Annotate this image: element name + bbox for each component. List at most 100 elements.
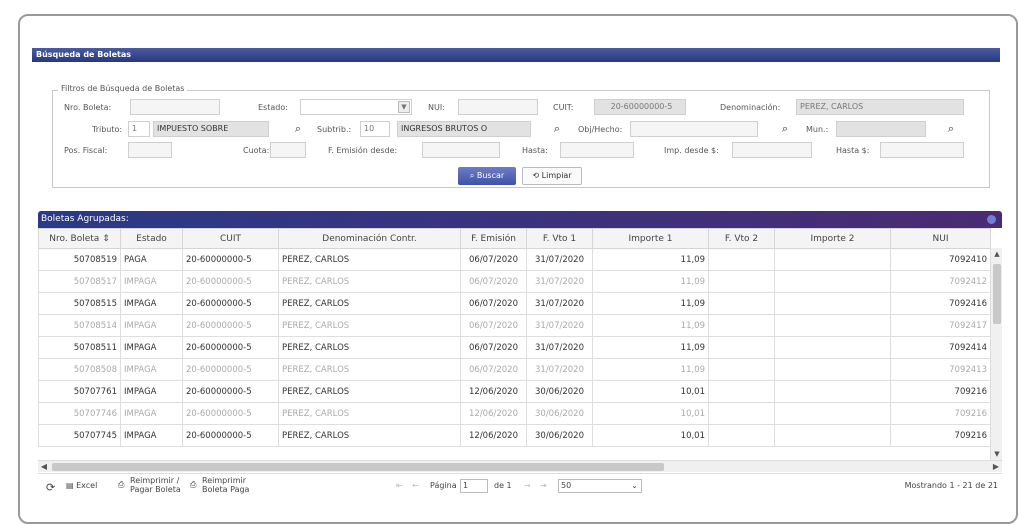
- pagina-label: Página: [430, 481, 457, 490]
- hasta-input[interactable]: [560, 142, 634, 158]
- denominacion-label: Denominación:: [720, 103, 781, 112]
- table-row[interactable]: 50708515 IMPAGA 20-60000000-5 PEREZ, CARLOS…: [38, 292, 991, 315]
- scroll-thumb[interactable]: [993, 264, 1001, 324]
- scroll-thumb[interactable]: [52, 463, 664, 471]
- table-row[interactable]: 50708511 IMPAGA 20-60000000-5 PEREZ, CARLOS…: [38, 336, 991, 359]
- scroll-down-icon[interactable]: ▼: [991, 448, 1003, 460]
- column-header[interactable]: Nro. Boleta ⇕: [38, 228, 121, 249]
- limpiar-button[interactable]: ⟲ Limpiar: [522, 167, 582, 185]
- refresh-icon[interactable]: ⟳: [46, 481, 55, 494]
- grid-toggle-icon[interactable]: [987, 215, 996, 224]
- column-header[interactable]: Estado: [120, 228, 183, 249]
- search-icon[interactable]: ⌕: [291, 122, 305, 136]
- mun-label: Mun.:: [806, 125, 829, 134]
- hasta-s-input[interactable]: [880, 142, 964, 158]
- table-cell-emision: 06/07/2020: [460, 270, 527, 293]
- horizontal-scrollbar[interactable]: ◀ ▶: [38, 460, 1002, 472]
- de-pages-label: de 1: [494, 481, 512, 490]
- obj-hecho-input[interactable]: [630, 121, 758, 137]
- table-cell-nro: 50707745: [38, 424, 121, 447]
- table-cell-nui: 7092417: [890, 314, 991, 337]
- table-cell-imp2: [774, 270, 891, 293]
- table-cell-denom: PEREZ, CARLOS: [278, 248, 461, 271]
- scroll-right-icon[interactable]: ▶: [990, 461, 1002, 473]
- pos-fiscal-label: Pos. Fiscal:: [64, 146, 108, 155]
- reimprimir-pagar-label-2: Pagar Boleta: [130, 485, 181, 494]
- mun-input[interactable]: [836, 121, 926, 137]
- table-cell-vto2: [708, 424, 775, 447]
- column-header[interactable]: Denominación Contr.: [278, 228, 461, 249]
- table-row[interactable]: 50708519 PAGA 20-60000000-5 PEREZ, CARLOS 06…: [38, 248, 991, 271]
- table-cell-vto1: 30/06/2020: [526, 424, 593, 447]
- column-header[interactable]: F. Vto 1: [526, 228, 593, 249]
- table-cell-estado: IMPAGA: [120, 336, 183, 359]
- nui-input[interactable]: [458, 99, 538, 115]
- table-cell-imp1: 11,09: [592, 358, 709, 381]
- table-row[interactable]: 50707746 IMPAGA 20-60000000-5 PEREZ, CARLOS…: [38, 402, 991, 425]
- pos-fiscal-input[interactable]: [128, 142, 172, 158]
- table-cell-estado: IMPAGA: [120, 402, 183, 425]
- column-header[interactable]: F. Emisión: [460, 228, 527, 249]
- table-cell-vto2: [708, 358, 775, 381]
- f-emision-desde-label: F. Emisión desde:: [328, 146, 398, 155]
- excel-button[interactable]: ▤ Excel: [66, 481, 97, 490]
- cuit-input[interactable]: 20-60000000-5: [594, 99, 686, 115]
- table-row[interactable]: 50708508 IMPAGA 20-60000000-5 PEREZ, CARLOS…: [38, 358, 991, 381]
- table-cell-nui: 7092416: [890, 292, 991, 315]
- first-page-icon[interactable]: ⇤: [396, 481, 403, 490]
- table-cell-cuit: 20-60000000-5: [182, 270, 279, 293]
- search-icon[interactable]: ⌕: [778, 122, 792, 136]
- column-header[interactable]: CUIT: [182, 228, 279, 249]
- reimprimir-paga-label-1: Reimprimir: [202, 476, 247, 485]
- imp-desde-input[interactable]: [732, 142, 812, 158]
- vertical-scrollbar[interactable]: ▲ ▼: [990, 248, 1002, 460]
- cuota-input[interactable]: [270, 142, 306, 158]
- page-size-select[interactable]: 50 ⌄: [558, 479, 642, 493]
- tributo-desc-input: IMPUESTO SOBRE: [153, 121, 269, 137]
- page-input[interactable]: 1: [460, 479, 488, 493]
- table-cell-vto2: [708, 380, 775, 403]
- column-header[interactable]: Importe 1: [592, 228, 709, 249]
- table-cell-cuit: 20-60000000-5: [182, 358, 279, 381]
- denominacion-input[interactable]: PEREZ, CARLOS: [796, 99, 964, 115]
- reimprimir-pagar-label-1: Reimprimir /: [130, 476, 180, 485]
- table-row[interactable]: 50707745 IMPAGA 20-60000000-5 PEREZ, CARLOS…: [38, 424, 991, 447]
- table-cell-imp2: [774, 248, 891, 271]
- table-row[interactable]: 50707761 IMPAGA 20-60000000-5 PEREZ, CARLOS…: [38, 380, 991, 403]
- table-row[interactable]: 50708517 IMPAGA 20-60000000-5 PEREZ, CARLOS…: [38, 270, 991, 293]
- nro-boleta-input[interactable]: [130, 99, 220, 115]
- search-icon[interactable]: ⌕: [944, 122, 958, 136]
- f-emision-desde-input[interactable]: [422, 142, 500, 158]
- printer-icon: ⎙: [118, 480, 125, 489]
- limpiar-label: Limpiar: [541, 171, 572, 180]
- prev-page-icon[interactable]: ←: [412, 481, 419, 490]
- table-cell-vto2: [708, 336, 775, 359]
- buscar-button[interactable]: ⌕ Buscar: [458, 167, 516, 185]
- scroll-left-icon[interactable]: ◀: [38, 461, 50, 473]
- cuota-label: Cuota:: [243, 146, 270, 155]
- table-cell-imp2: [774, 358, 891, 381]
- scroll-up-icon[interactable]: ▲: [991, 248, 1003, 260]
- search-icon[interactable]: ⌕: [550, 122, 564, 136]
- column-header[interactable]: NUI: [890, 228, 991, 249]
- table-cell-cuit: 20-60000000-5: [182, 292, 279, 315]
- last-page-icon[interactable]: ⇥: [540, 481, 547, 490]
- table-cell-cuit: 20-60000000-5: [182, 402, 279, 425]
- subtrib-code-input[interactable]: 10: [360, 121, 390, 137]
- tributo-code-input[interactable]: 1: [128, 121, 150, 137]
- next-page-icon[interactable]: →: [524, 481, 531, 490]
- table-cell-imp2: [774, 424, 891, 447]
- table-cell-nui: 709216: [890, 380, 991, 403]
- column-header[interactable]: Importe 2: [774, 228, 891, 249]
- column-header[interactable]: F. Vto 2: [708, 228, 775, 249]
- table-cell-nui: 7092410: [890, 248, 991, 271]
- table-cell-nui: 7092414: [890, 336, 991, 359]
- table-cell-imp1: 10,01: [592, 402, 709, 425]
- table-row[interactable]: 50708514 IMPAGA 20-60000000-5 PEREZ, CARLOS…: [38, 314, 991, 337]
- table-cell-denom: PEREZ, CARLOS: [278, 402, 461, 425]
- nui-label: NUI:: [428, 103, 445, 112]
- table-cell-nro: 50708515: [38, 292, 121, 315]
- table-cell-emision: 06/07/2020: [460, 314, 527, 337]
- estado-select[interactable]: ▼: [300, 99, 412, 115]
- table-cell-vto1: 31/07/2020: [526, 292, 593, 315]
